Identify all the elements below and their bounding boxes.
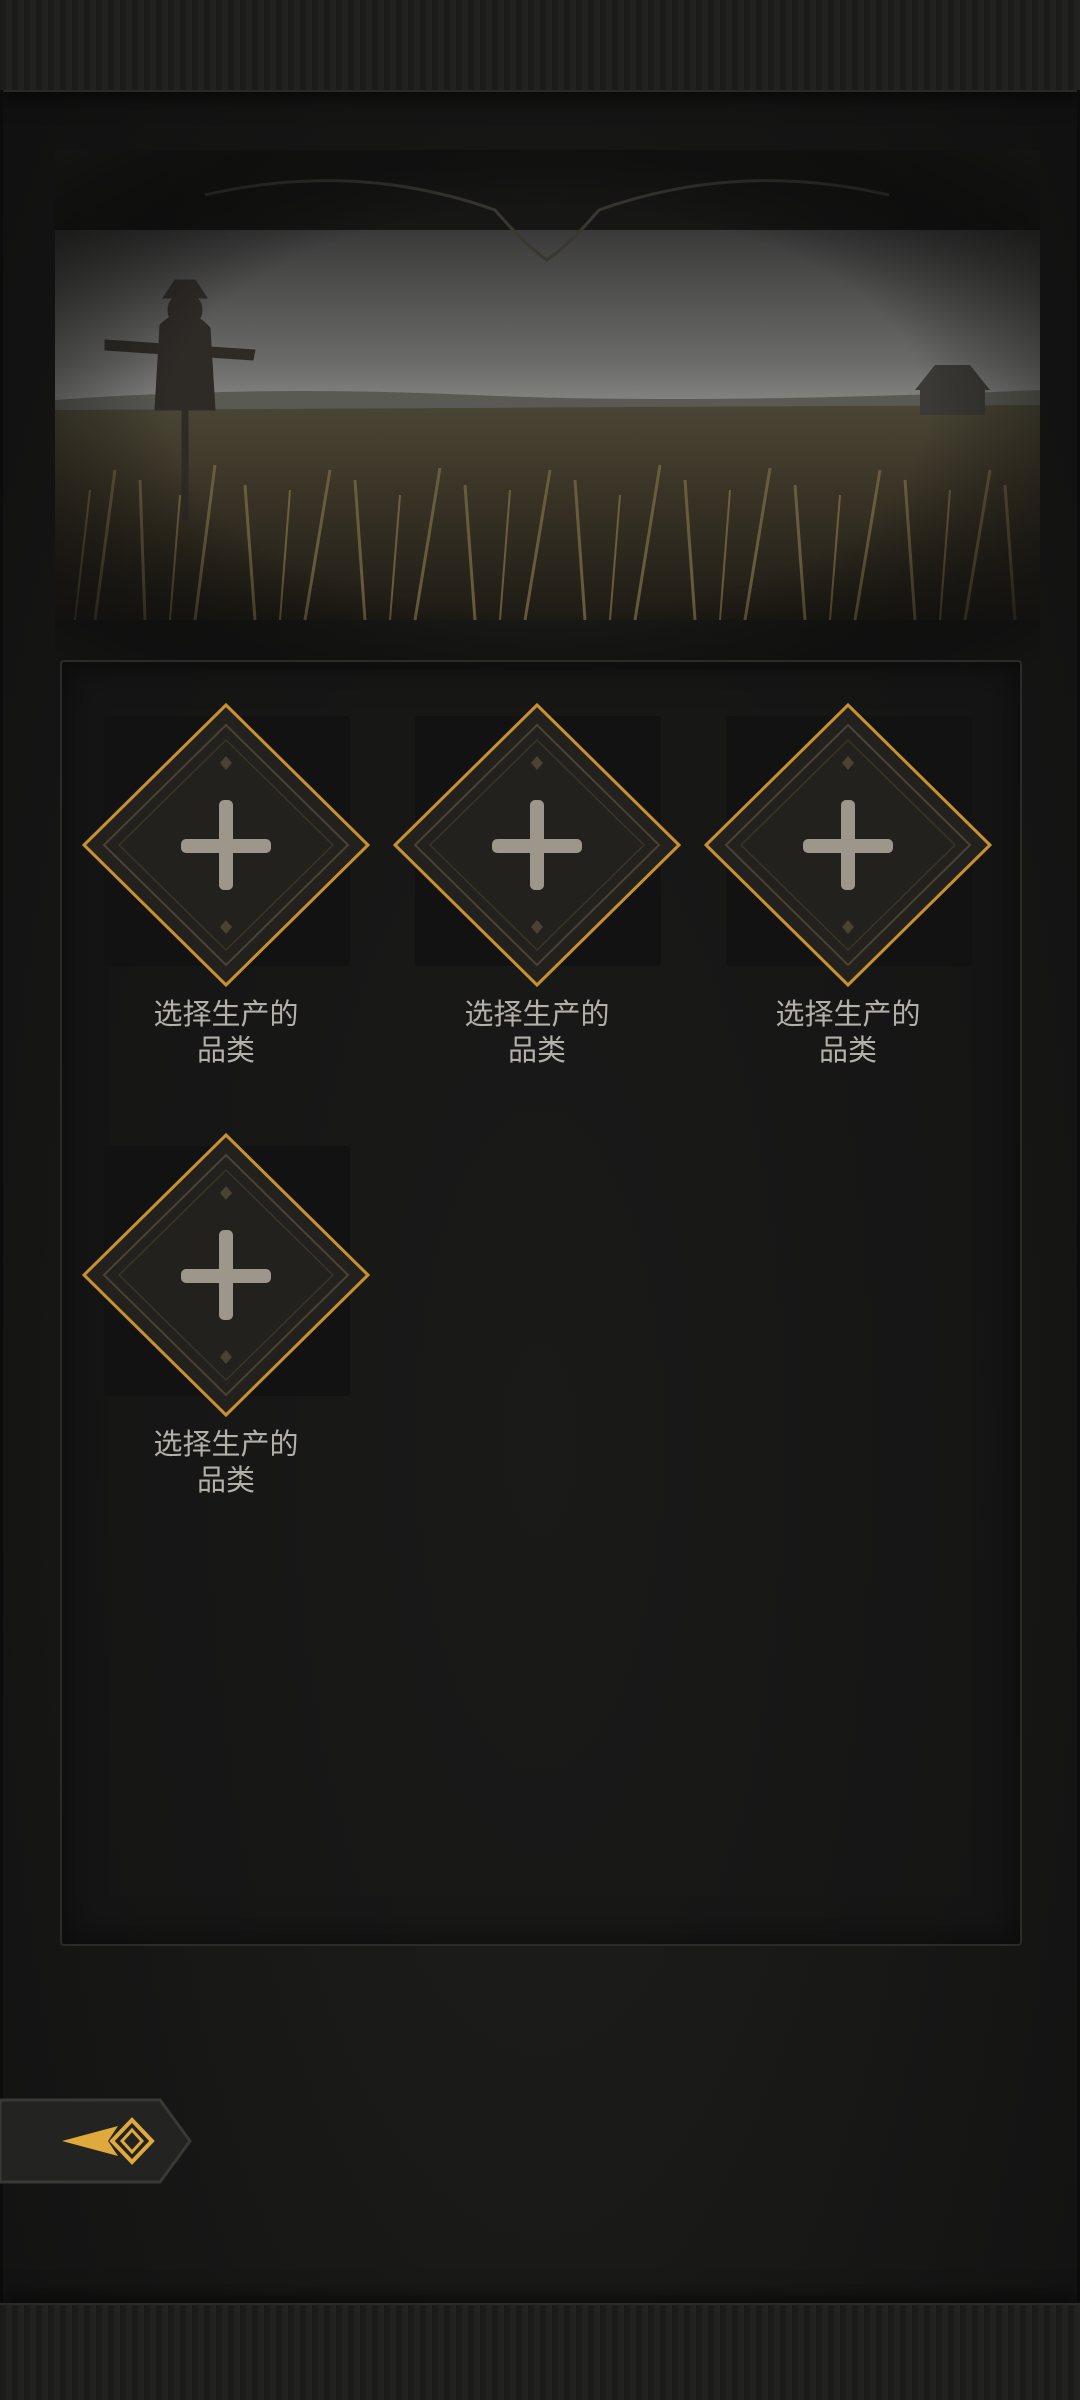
production-slot-2[interactable]: 选择生产的 品类 — [373, 662, 682, 1067]
slot-label-line1: 选择生产的 — [775, 997, 921, 1031]
bottom-ornament-band — [0, 2303, 1080, 2400]
slot-label: 选择生产的 品类 — [387, 996, 687, 1068]
plus-icon[interactable] — [698, 700, 998, 990]
plus-icon[interactable] — [76, 700, 376, 990]
slot-label-line2: 品类 — [196, 1463, 255, 1497]
production-slot-3[interactable]: 选择生产的 品类 — [684, 662, 993, 1067]
slot-label: 选择生产的 品类 — [76, 1426, 376, 1498]
production-slot-4[interactable]: 选择生产的 品类 — [62, 1092, 371, 1497]
slot-label-line1: 选择生产的 — [153, 997, 299, 1031]
production-screen: 选择生产的 品类 选择生产的 品类 选择生产的 品类 选择生产的 品类 — [0, 0, 1080, 2400]
slot-label: 选择生产的 品类 — [698, 996, 998, 1068]
left-border — [0, 90, 3, 2305]
farmland-illustration — [55, 150, 1040, 670]
top-ornament-band — [0, 0, 1080, 92]
back-button[interactable] — [0, 2094, 196, 2188]
farmland-banner — [55, 150, 1040, 670]
plus-icon[interactable] — [76, 1130, 376, 1420]
slot-label-line2: 品类 — [196, 1033, 255, 1067]
slot-label-line2: 品类 — [507, 1033, 566, 1067]
slot-label-line1: 选择生产的 — [464, 997, 610, 1031]
slot-label: 选择生产的 品类 — [76, 996, 376, 1068]
production-slot-1[interactable]: 选择生产的 品类 — [62, 662, 371, 1067]
production-slot-panel: 选择生产的 品类 选择生产的 品类 选择生产的 品类 选择生产的 品类 — [60, 660, 1022, 1946]
plus-icon[interactable] — [387, 700, 687, 990]
slot-label-line1: 选择生产的 — [153, 1427, 299, 1461]
slot-label-line2: 品类 — [818, 1033, 877, 1067]
